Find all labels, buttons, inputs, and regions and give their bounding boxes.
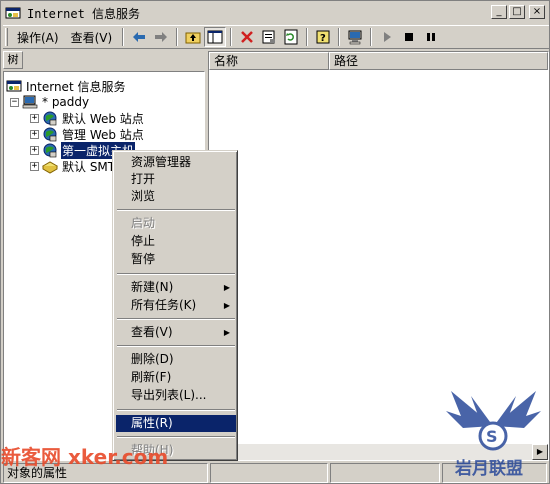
submenu-arrow-icon: ▶ (223, 328, 230, 337)
menu-item-start: 启动 (131, 216, 156, 230)
menu-item-pause[interactable]: 暂停 (116, 251, 236, 268)
menu-item-explorer[interactable]: 资源管理器 (116, 154, 236, 171)
close-button[interactable]: × (529, 5, 545, 19)
refresh-icon[interactable] (280, 27, 302, 47)
collapse-toggle[interactable]: − (10, 97, 19, 107)
delete-icon[interactable] (236, 27, 258, 47)
column-header-path[interactable]: 路径 (329, 52, 548, 70)
menu-item-new[interactable]: 新建(N) ▶ (116, 279, 236, 296)
back-arrow-icon[interactable] (128, 27, 150, 47)
iis-app-icon (5, 7, 21, 19)
menu-item-open[interactable]: 打开 (116, 171, 236, 188)
tree-item-site[interactable]: + 默认 Web 站点 (30, 110, 145, 126)
toolbar-separator (306, 28, 309, 46)
submenu-arrow-icon: ▶ (223, 301, 230, 310)
toolbar: 操作(A) 查看(V) ? (3, 25, 549, 49)
globe-icon (43, 143, 57, 158)
svg-text:?: ? (320, 33, 326, 44)
submenu-arrow-icon: ▶ (223, 283, 230, 292)
mail-server-icon (42, 161, 58, 174)
server-computer-icon (22, 95, 38, 109)
menu-item-export-list[interactable]: 导出列表(L)... (116, 387, 236, 404)
view-menu-button[interactable]: 查看(V) (65, 27, 119, 48)
menu-separator (117, 436, 235, 438)
action-menu-button[interactable]: 操作(A) (11, 27, 65, 48)
toolbar-grip[interactable] (5, 28, 8, 46)
minimize-button[interactable]: _ (491, 5, 507, 19)
status-panel (210, 463, 328, 483)
tree-tab[interactable]: 树 (3, 51, 23, 69)
toolbar-separator (370, 28, 373, 46)
menu-separator (117, 409, 235, 411)
expand-toggle[interactable]: + (30, 113, 39, 123)
expand-toggle[interactable]: + (30, 129, 39, 139)
toolbar-separator (230, 28, 233, 46)
watermark-logo-text: 岩月联盟 (454, 458, 523, 479)
menu-item-properties[interactable]: 属性(R) (116, 415, 236, 432)
status-panel (330, 463, 440, 483)
title-bar[interactable]: Internet 信息服务 _ □ × (1, 1, 549, 25)
play-icon[interactable] (376, 27, 398, 47)
tree-root[interactable]: Internet 信息服务 (6, 78, 126, 94)
menu-item-delete[interactable]: 删除(D) (116, 351, 236, 368)
menu-item-label: 所有任务(K) (131, 298, 197, 312)
column-header-name[interactable]: 名称 (209, 52, 329, 70)
toolbar-separator (338, 28, 341, 46)
forward-arrow-icon[interactable] (150, 27, 172, 47)
toolbar-separator (176, 28, 179, 46)
tree-root-label: Internet 信息服务 (26, 79, 126, 94)
iis-root-icon (6, 80, 22, 92)
svg-text:S: S (486, 427, 498, 446)
tree-item-label: 管理 Web 站点 (62, 127, 144, 142)
menu-separator (117, 318, 235, 320)
stop-icon[interactable] (398, 27, 420, 47)
menu-item-all-tasks[interactable]: 所有任务(K) ▶ (116, 297, 236, 314)
expand-toggle[interactable]: + (30, 145, 39, 155)
up-folder-icon[interactable] (182, 27, 204, 47)
properties-icon[interactable] (258, 27, 280, 47)
menu-separator (117, 209, 235, 211)
tree-item-smtp[interactable]: + 默认 SMTP (30, 158, 123, 174)
pause-icon[interactable] (420, 27, 442, 47)
window-controls: _ □ × (491, 5, 545, 19)
watermark-text: 新客网 xker.com (1, 445, 169, 469)
watermark-logo: S 岩月联盟 (446, 391, 541, 479)
menu-item-label: 新建(N) (131, 280, 174, 294)
menu-item-browse[interactable]: 浏览 (116, 188, 236, 205)
toolbar-separator (122, 28, 125, 46)
context-menu: 资源管理器 打开 浏览 启动 停止 暂停 新建(N) ▶ 所有任务(K) ▶ 查… (112, 150, 238, 461)
globe-icon (43, 111, 57, 126)
computer-icon[interactable] (344, 27, 366, 47)
menu-item-view[interactable]: 查看(V) ▶ (116, 324, 236, 341)
iis-window: Internet 信息服务 _ □ × 操作(A) 查看(V) ? 树 Inte… (0, 0, 550, 484)
help-icon[interactable]: ? (312, 27, 334, 47)
menu-item-label: 查看(V) (131, 325, 173, 339)
tree-server-label: * paddy (42, 95, 90, 109)
window-title: Internet 信息服务 (27, 6, 141, 21)
menu-separator (117, 273, 235, 275)
menu-separator (117, 345, 235, 347)
menu-item-stop[interactable]: 停止 (116, 233, 236, 250)
menu-item-refresh[interactable]: 刷新(F) (116, 369, 236, 386)
tree-item-site[interactable]: + 管理 Web 站点 (30, 126, 145, 142)
show-tree-icon[interactable] (204, 27, 227, 47)
tree-item-server[interactable]: − * paddy (10, 94, 90, 110)
expand-toggle[interactable]: + (30, 161, 39, 171)
maximize-button[interactable]: □ (509, 5, 525, 19)
tree-item-label: 默认 Web 站点 (62, 111, 144, 126)
globe-icon (43, 127, 57, 142)
